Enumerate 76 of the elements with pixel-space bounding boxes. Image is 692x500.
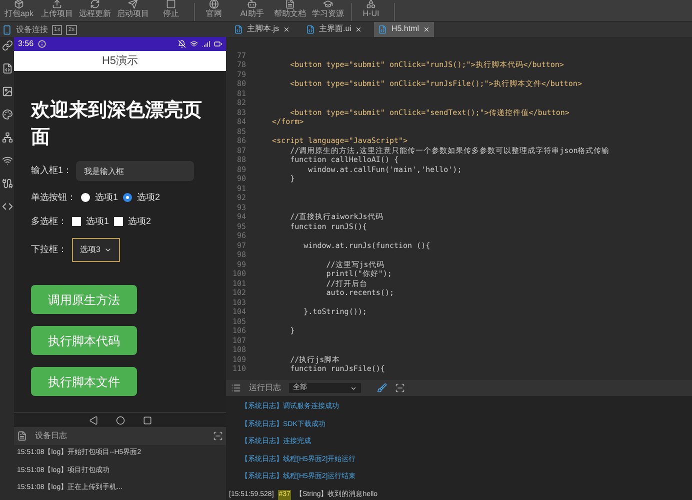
toolbar-button[interactable]: AI助手 xyxy=(233,3,271,21)
chevron-icon xyxy=(350,384,357,392)
toolbar-button[interactable]: 官网 xyxy=(195,3,233,21)
panel-title: 运行日志 xyxy=(249,382,281,394)
toolbar-icon xyxy=(128,0,138,9)
toolbar-icon xyxy=(14,0,24,9)
side-tool-icon[interactable] xyxy=(2,63,12,74)
editor-tab[interactable]: H5.html xyxy=(374,22,434,37)
toolbar-button[interactable]: 学习资源 xyxy=(309,3,347,21)
status-time: 3:56 xyxy=(18,38,34,50)
input-label: 输入框1： xyxy=(31,164,72,178)
toolbar-button[interactable]: 帮助文档 xyxy=(271,3,309,21)
radio-option: 选项1 xyxy=(95,191,118,204)
input-field[interactable]: 我是输入框 xyxy=(76,161,194,181)
screenshot-icon[interactable] xyxy=(213,431,223,441)
panel-title: 设备连接 xyxy=(16,24,48,36)
signal-icon xyxy=(202,40,210,48)
bell-off-icon xyxy=(178,40,186,48)
screenshot-icon[interactable] xyxy=(395,383,405,394)
log-icon xyxy=(17,431,27,441)
close-icon[interactable] xyxy=(355,26,362,33)
toolbar-icon xyxy=(209,0,219,9)
side-tool-icon[interactable] xyxy=(2,40,12,51)
recents-icon[interactable] xyxy=(142,416,152,424)
close-icon[interactable] xyxy=(283,26,290,33)
toolbar-button[interactable]: 远程更新 xyxy=(76,3,114,21)
editor-tab[interactable]: 主界面.ui xyxy=(302,22,366,37)
action-button[interactable]: 执行脚本代码 xyxy=(31,326,137,355)
file-icon xyxy=(306,24,315,34)
info-icon xyxy=(38,40,46,48)
action-button[interactable]: 执行脚本文件 xyxy=(31,367,137,396)
checkbox-option: 选项1 xyxy=(86,214,110,228)
close-icon[interactable] xyxy=(423,26,430,33)
checkbox[interactable] xyxy=(72,216,81,226)
toolbar-icon xyxy=(52,0,62,9)
side-tool-icon[interactable] xyxy=(2,178,12,189)
toolbar-button[interactable]: H-UI xyxy=(352,3,390,21)
checkbox-option: 选项2 xyxy=(128,214,152,228)
list-icon xyxy=(231,383,241,394)
toolbar-icon xyxy=(366,0,376,9)
editor-tab[interactable]: 主脚本.js xyxy=(230,22,294,37)
dropdown[interactable]: 选项3 xyxy=(72,238,120,262)
select-label: 下拉框： xyxy=(31,243,67,256)
back-icon[interactable] xyxy=(88,416,98,424)
page-heading: 欢迎来到深色漂亮页面 xyxy=(31,98,203,150)
radio-button[interactable] xyxy=(81,193,90,202)
file-icon xyxy=(234,24,243,34)
checkbox[interactable] xyxy=(114,216,124,226)
toolbar-button[interactable]: 启动项目 xyxy=(114,3,152,21)
side-tool-icon[interactable] xyxy=(2,201,12,212)
toolbar-icon xyxy=(247,0,257,9)
toolbar-icon xyxy=(285,0,295,9)
app-title: H5演示 xyxy=(102,54,138,69)
toolbar-button[interactable]: 停止 xyxy=(152,3,190,21)
file-icon xyxy=(378,24,388,34)
chevron-icon xyxy=(104,246,112,254)
radio-label: 单选按钮： xyxy=(31,191,76,204)
radio-button[interactable] xyxy=(123,193,132,202)
toolbar-button[interactable]: 上传项目 xyxy=(38,3,76,21)
side-tool-icon[interactable] xyxy=(2,155,12,166)
brush-icon[interactable] xyxy=(377,383,387,394)
side-tool-icon[interactable] xyxy=(2,109,12,120)
home-icon[interactable] xyxy=(116,416,124,424)
radio-option: 选项2 xyxy=(137,191,160,204)
toolbar-button[interactable]: 打包apk xyxy=(0,3,38,21)
side-tool-icon[interactable] xyxy=(2,86,12,97)
phone-icon xyxy=(2,24,12,34)
side-tool-icon[interactable] xyxy=(2,132,12,143)
toolbar-icon xyxy=(166,0,176,9)
panel-title: 设备日志 xyxy=(35,430,68,442)
checkbox-label: 多选框： xyxy=(31,214,67,228)
battery-icon xyxy=(214,40,222,48)
wifi-icon xyxy=(190,40,198,48)
action-button[interactable]: 调用原生方法 xyxy=(31,285,137,314)
toolbar-icon xyxy=(90,0,100,9)
toolbar-icon xyxy=(323,0,333,9)
